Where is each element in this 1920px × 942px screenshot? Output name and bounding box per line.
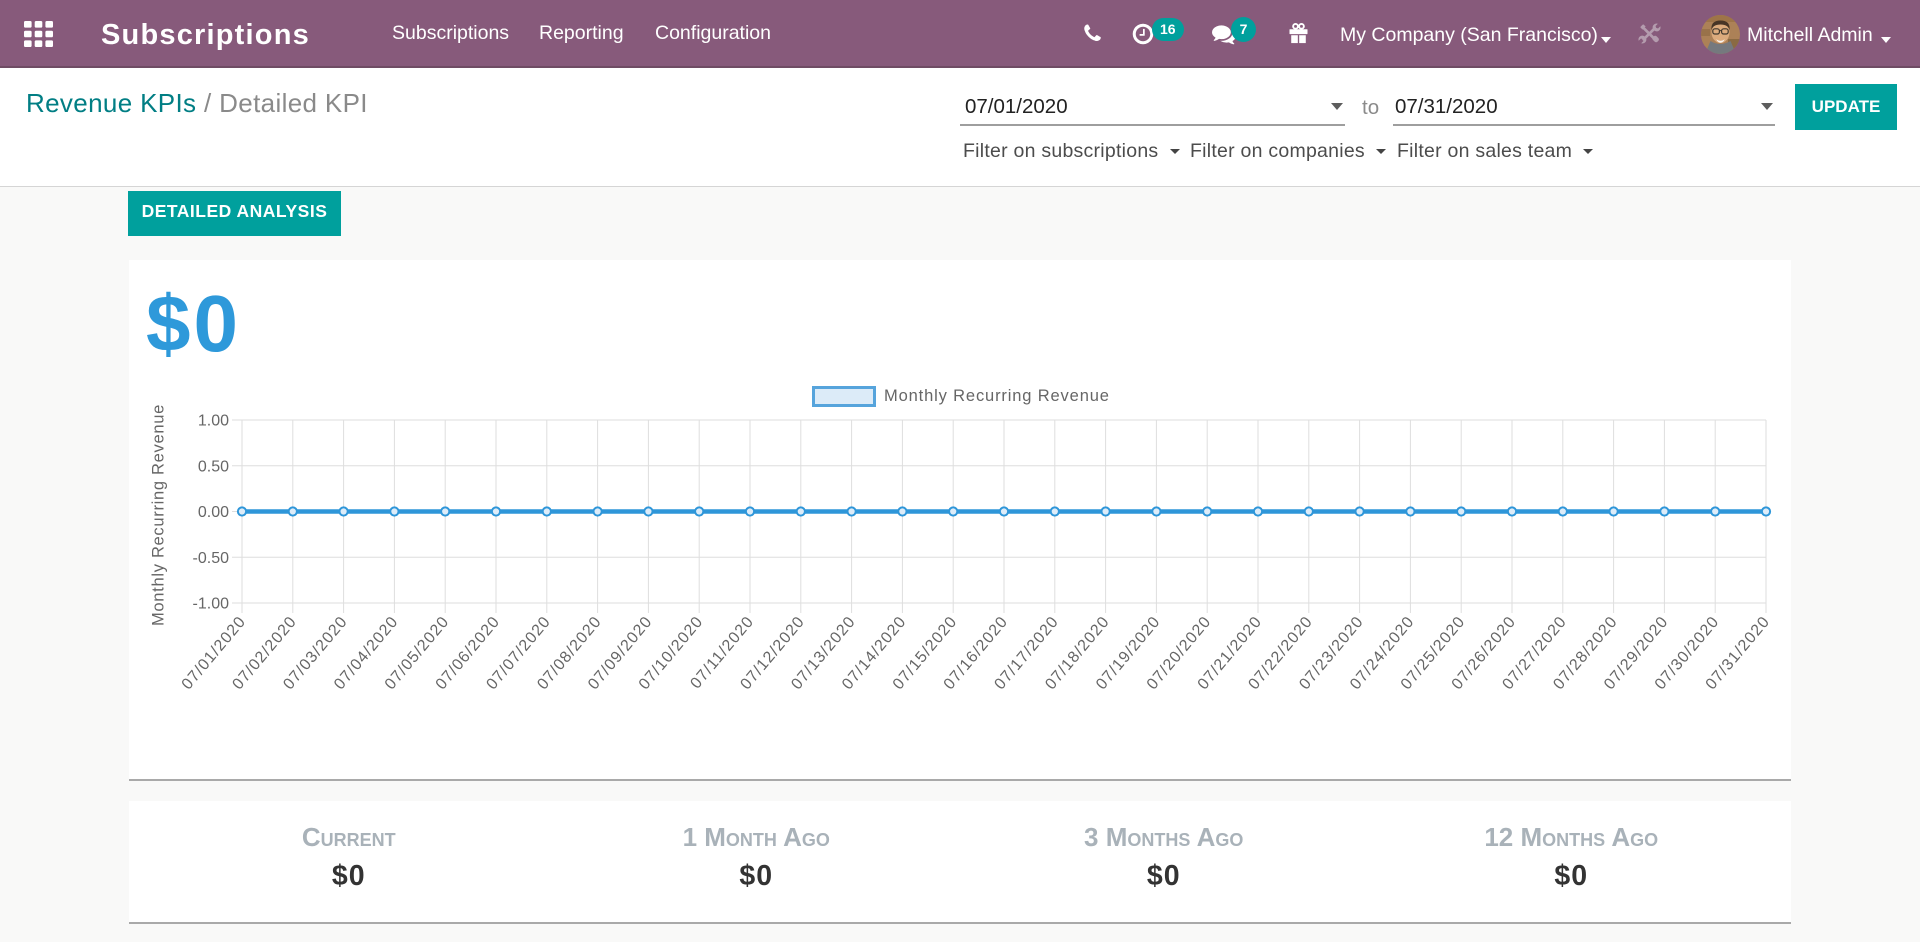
svg-text:Monthly Recurring Revenue: Monthly Recurring Revenue: [150, 404, 168, 626]
svg-text:-1.00: -1.00: [193, 596, 230, 613]
svg-text:1.00: 1.00: [198, 413, 229, 430]
svg-text:0.50: 0.50: [198, 458, 229, 475]
svg-text:-0.50: -0.50: [193, 550, 230, 567]
svg-text:0.00: 0.00: [198, 504, 229, 521]
